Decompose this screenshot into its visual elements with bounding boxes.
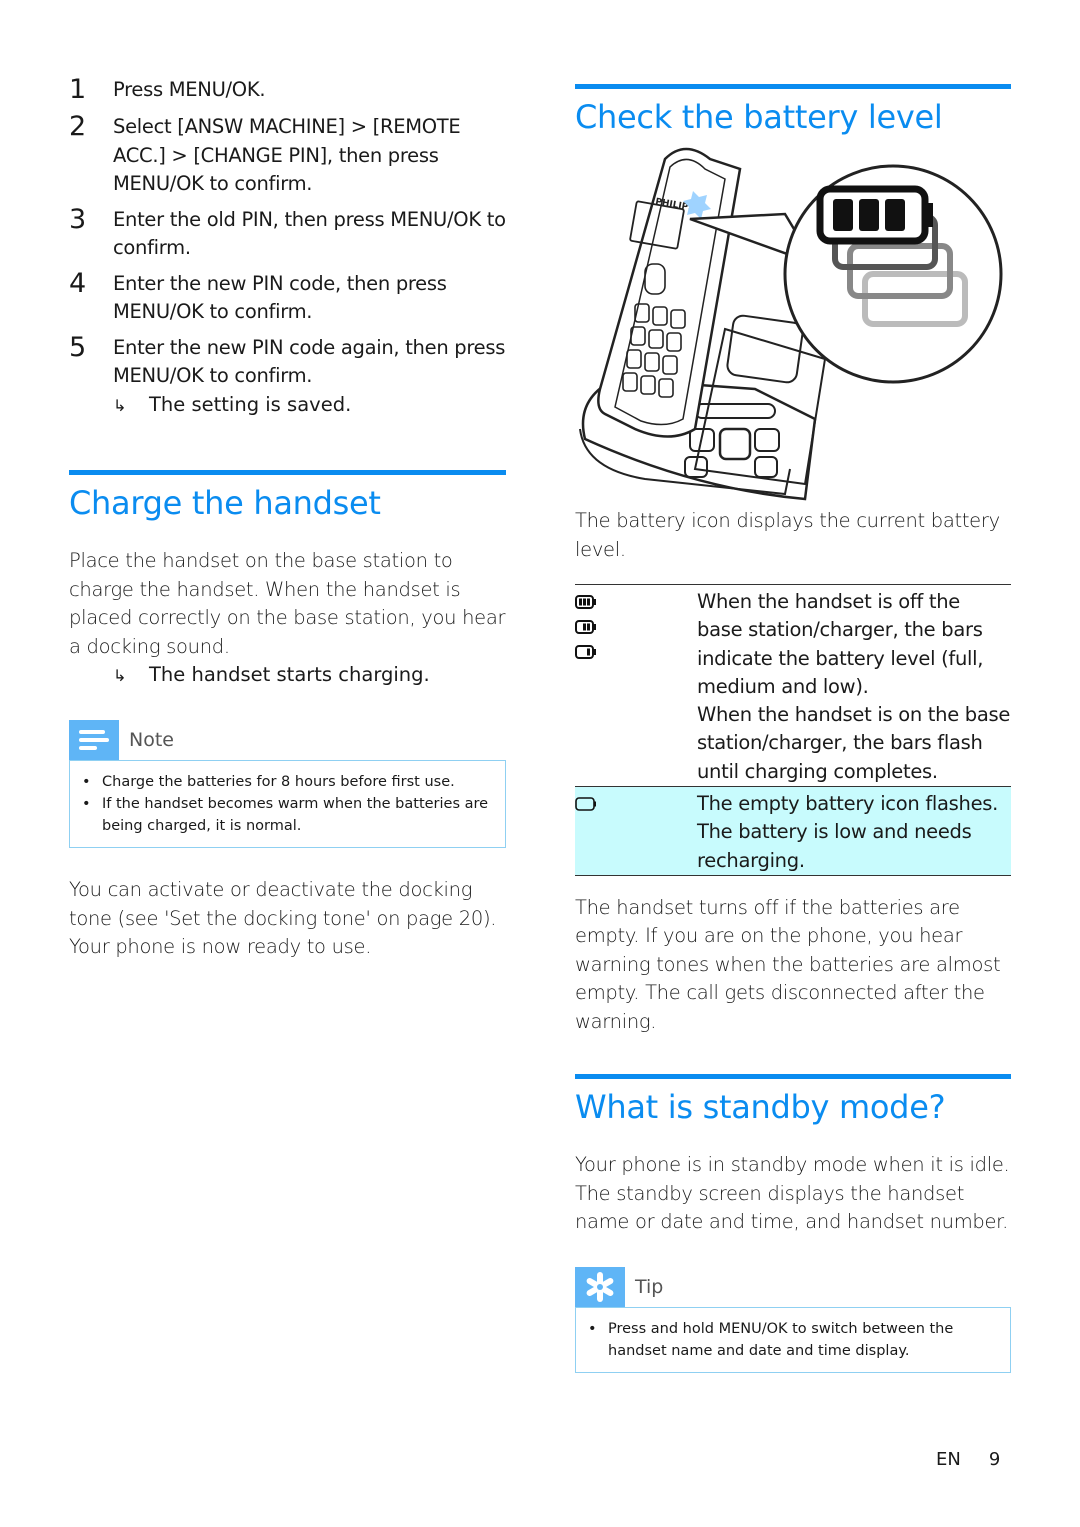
battery-full-icon [575,595,596,609]
step-number: 4 [69,267,87,299]
docking-tone-paragraph: You can activate or deactivate the docki… [69,878,497,930]
keyword: MENU/OK [718,1320,788,1337]
section-title: Charge the handset [69,484,381,522]
step-result: ↳ The setting is saved. [69,391,506,420]
tip-asterisk-icon [575,1266,625,1307]
section-rule [69,470,506,475]
charge-section: Charge the handset Place the handset on … [69,470,506,962]
ready-text: Your phone is now ready to use. [69,935,372,958]
battery-row-text: When the handset is off the base station… [697,590,984,698]
battery-medium-icon [575,620,596,634]
note-item: • Charge the batteries for 8 hours before… [82,774,455,790]
step-number: 5 [69,331,87,363]
step-number: 3 [69,203,87,235]
note-label: Note [129,729,174,751]
result-arrow-icon: ↳ [113,395,127,415]
keyword: MENU/OK [113,364,204,387]
result-arrow-icon: ↳ [113,666,127,685]
battery-row-text: The empty battery icon flashes. The batt… [697,792,999,872]
step-number: 1 [69,74,87,105]
battery-intro: The battery icon displays the current ba… [575,509,1000,561]
tip-item: • Press and hold MENU/OK to switch betwee… [588,1320,954,1359]
keyword: MENU/OK [168,78,260,101]
standby-paragraph: Your phone is in standby mode when it is… [575,1153,1010,1233]
pin-steps: 1 Press MENU/OK. 2 Select [ANSW MACHINE]… [69,74,506,420]
note-box: Note • Charge the batteries for 8 hours b… [69,720,506,848]
battery-empty-paragraph: The handset turns off if the batteries a… [575,895,1001,1033]
step-number: 2 [69,111,87,142]
keyword: MENU/OK [390,207,481,231]
tip-box: Tip • Press and hold MENU/OK to switch be… [575,1266,1011,1373]
page-footer: EN 9 [936,1449,1000,1470]
note-item: • If the handset becomes warm when the ba… [82,796,489,834]
step-4: 4 Enter the new PIN code, then press MEN… [69,267,506,327]
section-rule [575,1074,1011,1079]
step-5: 5 Enter the new PIN code again, then pre… [69,331,506,391]
battery-table-row: When the handset is off the base station… [575,585,1011,786]
step-1: 1 Press MENU/OK. [69,74,266,105]
keyword: MENU/OK [113,172,204,195]
charge-result: ↳ The handset starts charging. [69,661,506,690]
language-code: EN [936,1449,961,1470]
battery-empty-icon [575,797,596,811]
note-icon [69,720,119,760]
standby-section: What is standby mode? Your phone is in s… [575,1074,1011,1373]
step-3: 3 Enter the old PIN, then press MENU/OK … [69,203,506,263]
battery-low-icon [575,645,596,659]
charge-paragraph: Place the handset on the base station to… [69,549,506,658]
battery-row-text: When the handset is on the base station/… [697,703,1011,783]
handset-illustration: PHILIPS [579,147,1003,501]
tip-label: Tip [635,1275,664,1298]
page-number: 9 [988,1449,1001,1470]
keyword: MENU/OK [113,300,204,323]
section-title: What is standby mode? [575,1088,946,1126]
section-title: Check the battery level [575,98,943,136]
section-rule [575,84,1011,89]
battery-table: When the handset is off the base station… [575,584,1011,876]
battery-section: Check the battery level PHILIPS The batt… [575,84,1011,1036]
step-2: 2 Select [ANSW MACHINE] > [REMOTE ACC.] … [69,111,506,199]
battery-table-row-highlight: The empty battery icon flashes. The batt… [575,786,1011,876]
